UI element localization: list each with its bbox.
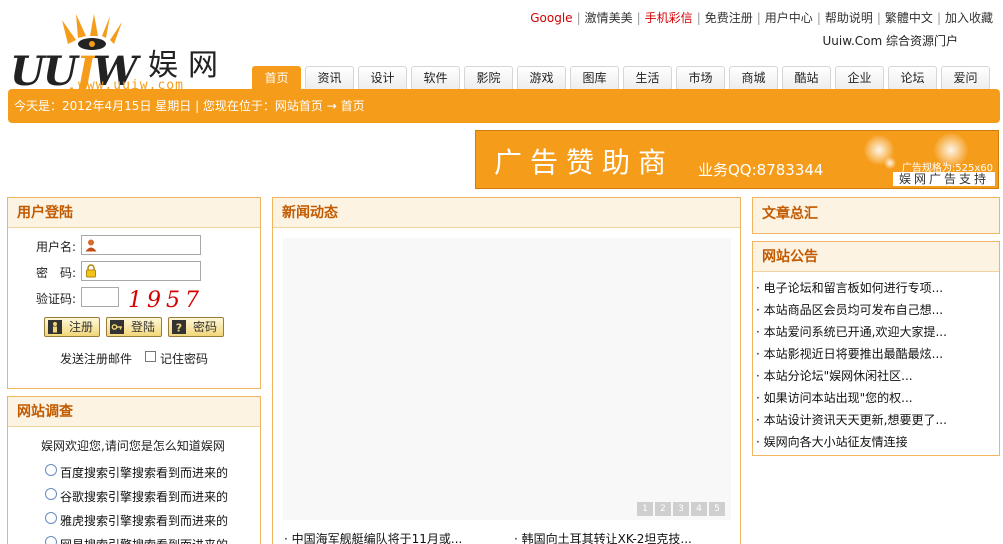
main-nav-tabs: 首页 资讯 设计 软件 影院 游戏 图库 生活 市场 商城 酷站 企业 论坛 爱… [252,66,994,89]
top-links: Google | 激情美美 | 手机彩信 | 免费注册 | 用户中心 | 帮助说明 | 繁體中文 | 加入收… [530,11,993,25]
tab-news[interactable]: 资讯 [305,66,354,89]
survey-question: 娱网欢迎您,请问您是怎么知道娱网 [41,439,225,453]
captcha-input[interactable] [81,287,119,307]
survey-option-label: 网易搜索引擎搜索看到而进来的 [60,536,228,544]
tab-forum[interactable]: 论坛 [888,66,937,89]
breadcrumb-bar: 今天是：2012年4月15日 星期日 | 您现在位于：网站首页 → 首页 [8,89,1000,123]
tab-enterprise[interactable]: 企业 [835,66,884,89]
person-icon [48,320,62,334]
top-link-register[interactable]: 免费注册 [705,11,753,25]
notice-link[interactable]: · 电子论坛和留言板如何进行专项... [756,279,943,296]
survey-panel: 网站调查 娱网欢迎您,请问您是怎么知道娱网 百度搜索引擎搜索看到而进来的 谷歌搜… [7,396,261,544]
tab-cinema[interactable]: 影院 [464,66,513,89]
survey-option-radio[interactable] [45,536,57,544]
top-link-beauty[interactable]: 激情美美 [585,11,633,25]
remember-password-label: 记住密码 [160,352,209,366]
top-link-google[interactable]: Google [530,11,572,25]
notice-panel: 网站公告 · 电子论坛和留言板如何进行专项... · 本站商品区会员均可发布自己… [752,241,1000,456]
ad-title: 广告赞助商 [494,146,675,179]
notice-link[interactable]: · 娱网向各大小站征友情连接 [756,433,908,450]
tab-market[interactable]: 市场 [676,66,725,89]
login-button[interactable]: 登陆 [106,317,162,337]
news-slideshow[interactable]: 1 2 3 4 5 [283,238,731,520]
survey-option-label: 雅虎搜索引擎搜索看到而进来的 [60,514,229,528]
ad-contact-qq: 业务QQ:8783344 [698,161,824,179]
login-panel: 用户登陆 用户名: 密 码: 验证码: 1957 注册 登陆 ? 密码 发送注册… [7,197,261,389]
slideshow-page-button[interactable]: 2 [655,502,671,516]
username-label: 用户名: [36,240,77,254]
ad-banner[interactable]: 广告赞助商 业务QQ:8783344 广告规格为:525x60 娱网广告支持 [475,130,999,189]
ad-footer-label: 娱网广告支持 [892,172,995,186]
tab-games[interactable]: 游戏 [517,66,566,89]
top-link-bookmark[interactable]: 加入收藏 [945,11,993,25]
notice-link[interactable]: · 本站爱问系统已开通,欢迎大家提... [756,323,947,340]
remember-password-checkbox[interactable] [145,351,156,362]
news-panel-title: 新闻动态 [273,198,740,228]
password-label: 密 码: [36,266,77,280]
top-link-mms[interactable]: 手机彩信 [645,11,693,25]
notice-link[interactable]: · 本站分论坛"娱网休闲社区... [756,367,913,384]
login-panel-title: 用户登陆 [8,198,260,228]
tab-design[interactable]: 设计 [358,66,407,89]
survey-option-radio[interactable] [45,512,57,524]
ad-bubble-decoration [884,157,896,169]
site-slogan: Uuiw.Com 综合资源门户 [822,34,958,48]
slideshow-page-button[interactable]: 3 [673,502,689,516]
eye-logo-icon [62,14,122,50]
survey-option-label: 百度搜索引擎搜索看到而进来的 [60,466,229,480]
send-register-mail-link[interactable]: 发送注册邮件 [60,350,132,367]
news-headline-link[interactable]: · 韩国向土耳其转让XK-2坦克技... [514,530,692,544]
survey-option-label: 谷歌搜索引擎搜索看到而进来的 [60,490,229,504]
notice-panel-title: 网站公告 [753,242,999,272]
survey-option-radio[interactable] [45,464,57,476]
question-icon: ? [172,320,186,334]
notice-link[interactable]: · 本站影视近日将要推出最酷最炫... [756,345,943,362]
register-button[interactable]: 注册 [44,317,100,337]
survey-panel-title: 网站调查 [8,397,260,427]
tab-home[interactable]: 首页 [252,66,301,89]
tab-life[interactable]: 生活 [623,66,672,89]
tab-software[interactable]: 软件 [411,66,460,89]
notice-link[interactable]: · 本站设计资讯天天更新,想要更了... [756,411,947,428]
tab-gallery[interactable]: 图库 [570,66,619,89]
tab-cool-sites[interactable]: 酷站 [782,66,831,89]
notice-link[interactable]: · 本站商品区会员均可发布自己想... [756,301,943,318]
svg-text:?: ? [176,322,182,335]
news-headline-link[interactable]: · 中国海军舰艇编队将于11月或... [284,530,462,544]
slideshow-page-button[interactable]: 1 [637,502,653,516]
username-input[interactable] [81,235,201,255]
captcha-image[interactable]: 1957 [128,288,204,313]
articles-panel: 文章总汇 [752,197,1000,234]
top-link-traditional-chinese[interactable]: 繁體中文 [885,11,933,25]
top-link-user-center[interactable]: 用户中心 [765,11,813,25]
articles-panel-title: 文章总汇 [753,198,999,233]
top-link-help[interactable]: 帮助说明 [825,11,873,25]
slideshow-page-button[interactable]: 4 [691,502,707,516]
site-logo[interactable]: UUJW 娱网 www.uuiw.com [8,14,248,95]
lock-icon [86,264,96,278]
tab-mall[interactable]: 商城 [729,66,778,89]
password-input[interactable] [81,261,201,281]
survey-option-radio[interactable] [45,488,57,500]
tab-ask[interactable]: 爱问 [941,66,990,89]
key-icon [110,320,124,334]
slideshow-pager: 1 2 3 4 5 [635,502,725,516]
forgot-password-button[interactable]: ? 密码 [168,317,224,337]
slideshow-page-button[interactable]: 5 [709,502,725,516]
user-icon [85,239,97,252]
captcha-label: 验证码: [36,292,77,306]
notice-link[interactable]: · 如果访问本站出现"您的权... [756,389,913,406]
